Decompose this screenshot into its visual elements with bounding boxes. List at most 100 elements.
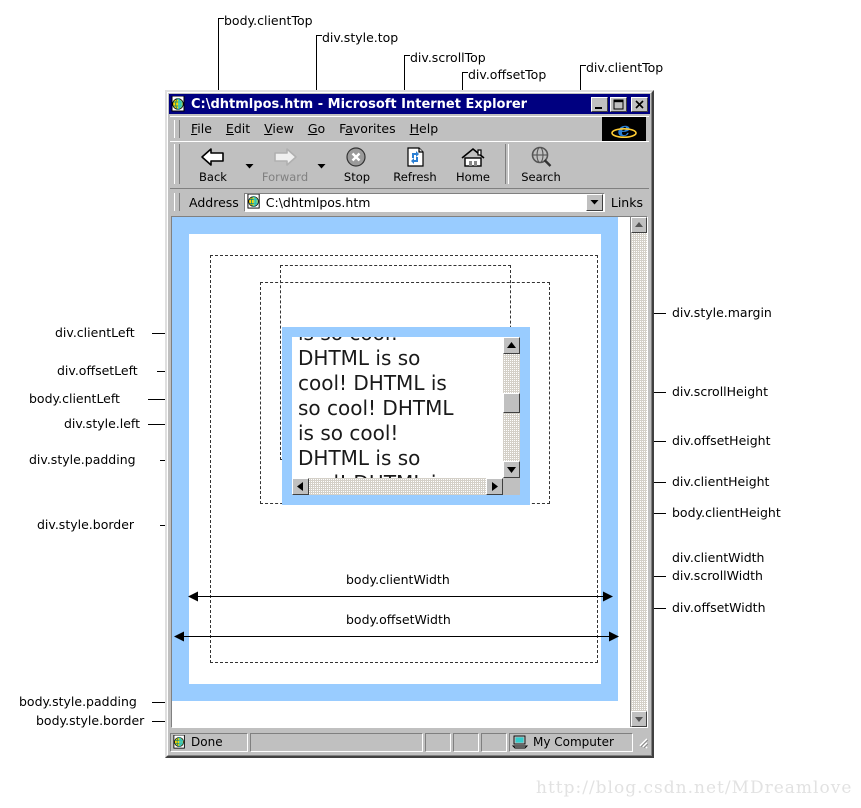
div-client-area: is so cool! DHTML is so cool! DHTML is s… <box>292 337 520 495</box>
div-scroll-right-button[interactable] <box>486 478 503 495</box>
address-value: C:\dhtmlpos.htm <box>265 194 371 210</box>
toolbar-label-forward: Forward <box>261 170 309 184</box>
arrowhead-right-icon <box>609 631 619 642</box>
browser-scroll-up-button[interactable] <box>631 217 647 233</box>
status-zone-panel: My Computer <box>509 732 633 752</box>
minimize-button[interactable] <box>591 96 608 112</box>
status-panel-a <box>425 732 451 752</box>
watermark: http://blog.csdn.net/MDreamlove <box>536 778 853 798</box>
div-element: is so cool! DHTML is so cool! DHTML is s… <box>282 327 530 505</box>
resize-grip[interactable] <box>635 733 649 751</box>
menu-bar: File Edit View Go Favorites Help e <box>170 116 649 141</box>
annotation-div-style-padding: div.style.padding <box>29 452 136 467</box>
status-panel-b <box>453 732 479 752</box>
toolbar-button-refresh[interactable]: Refresh <box>386 142 444 186</box>
annotation-div-client-top: div.clientTop <box>586 60 664 75</box>
search-icon <box>529 145 553 169</box>
annotation-div-offset-height: div.offsetHeight <box>672 433 771 448</box>
toolbar-button-search[interactable]: Search <box>512 142 570 186</box>
menu-item-go[interactable]: Go <box>301 119 332 138</box>
home-icon <box>460 145 486 169</box>
menu-item-view[interactable]: View <box>257 119 301 138</box>
menu-item-favorites[interactable]: Favorites <box>332 119 402 138</box>
annotation-div-offset-top: div.offsetTop <box>468 67 547 82</box>
status-text: Done <box>191 735 223 749</box>
computer-icon <box>511 735 529 750</box>
menu-grip[interactable] <box>174 119 180 138</box>
div-scroll-corner <box>503 478 520 495</box>
annotation-div-client-left: div.clientLeft <box>55 325 135 340</box>
toolbar-separator <box>505 144 509 184</box>
close-button[interactable] <box>631 96 648 112</box>
ie-document-icon <box>173 734 188 750</box>
chevron-down-icon <box>245 164 253 169</box>
menu-item-file[interactable]: File <box>184 119 219 138</box>
div-horizontal-scrollbar[interactable] <box>292 478 503 495</box>
toolbar-label-back: Back <box>199 170 227 184</box>
refresh-icon <box>403 145 427 169</box>
window-controls <box>591 96 648 112</box>
browser-window: C:\dhtmlpos.htm - Microsoft Internet Exp… <box>165 90 654 758</box>
toolbar-button-forward[interactable]: Forward <box>256 142 314 186</box>
toolbar-label-refresh: Refresh <box>393 170 437 184</box>
maximize-button[interactable] <box>610 96 627 112</box>
annotation-div-offset-width: div.offsetWidth <box>672 600 766 615</box>
ie-document-icon <box>171 95 187 112</box>
address-grip[interactable] <box>174 193 180 211</box>
address-label: Address <box>189 194 239 210</box>
div-scroll-up-button[interactable] <box>503 337 520 354</box>
toolbar-label-search: Search <box>521 170 561 184</box>
annotation-body-offset-width: body.offsetWidth <box>346 612 451 627</box>
menu-item-edit[interactable]: Edit <box>219 119 257 138</box>
annotation-div-offset-left: div.offsetLeft <box>57 363 138 378</box>
address-dropdown-button[interactable] <box>585 193 603 211</box>
status-progress-panel <box>250 732 423 752</box>
measure-body-client-width-line <box>194 596 609 597</box>
back-arrow-icon <box>198 145 228 169</box>
arrowhead-right-icon <box>603 591 613 602</box>
div-scroll-left-button[interactable] <box>292 478 309 495</box>
chevron-down-icon <box>317 164 325 169</box>
annotation-body-client-height: body.clientHeight <box>672 505 781 520</box>
tool-bar: Back Forward Stop Refresh Home Search <box>170 141 649 189</box>
menu-item-help[interactable]: Help <box>403 119 446 138</box>
annotation-body-style-padding: body.style.padding <box>19 694 137 709</box>
document-viewport: is so cool! DHTML is so cool! DHTML is s… <box>171 216 648 728</box>
toolbar-label-home: Home <box>456 170 490 184</box>
status-panel-c <box>481 732 507 752</box>
toolbar-button-home[interactable]: Home <box>444 142 502 186</box>
div-text-content: is so cool! DHTML is so cool! DHTML is s… <box>298 337 454 495</box>
toolbar-grip[interactable] <box>174 144 180 184</box>
arrowhead-left-icon <box>188 591 198 602</box>
toolbar-label-stop: Stop <box>343 170 371 184</box>
links-button[interactable]: Links <box>605 195 649 210</box>
annotation-div-client-height: div.clientHeight <box>672 474 770 489</box>
annotation-body-style-border: body.style.border <box>36 713 145 728</box>
address-input[interactable]: C:\dhtmlpos.htm <box>243 192 605 212</box>
div-scroll-down-button[interactable] <box>503 461 520 478</box>
toolbar-button-stop[interactable]: Stop <box>328 142 386 186</box>
annotation-div-style-border: div.style.border <box>37 517 135 532</box>
browser-vertical-scrollbar[interactable] <box>630 217 647 727</box>
stop-icon <box>345 145 369 169</box>
toolbar-button-back[interactable]: Back <box>184 142 242 186</box>
annotation-body-client-width: body.clientWidth <box>346 572 450 587</box>
annotation-body-client-top: body.clientTop <box>224 13 313 28</box>
annotation-div-style-margin: div.style.margin <box>672 305 772 320</box>
arrowhead-left-icon <box>174 631 184 642</box>
annotation-body-client-left: body.clientLeft <box>29 391 120 406</box>
div-scroll-thumb[interactable] <box>503 393 520 413</box>
back-dropdown-button[interactable] <box>242 142 256 186</box>
chevron-down-icon <box>590 200 599 205</box>
browser-scroll-down-button[interactable] <box>631 711 647 727</box>
annotation-div-scroll-width: div.scrollWidth <box>672 568 763 583</box>
forward-dropdown-button[interactable] <box>314 142 328 186</box>
div-vertical-scrollbar[interactable] <box>503 337 520 478</box>
diagram-stage: body.clientTop div.style.top div.scrollT… <box>0 0 861 808</box>
ie-document-icon <box>247 193 263 210</box>
annotation-div-scroll-top: div.scrollTop <box>410 50 486 65</box>
status-zone-text: My Computer <box>533 735 614 749</box>
annotation-div-style-left: div.style.left <box>64 416 141 431</box>
forward-arrow-icon <box>270 145 300 169</box>
ie-e-logo: e <box>602 117 646 141</box>
